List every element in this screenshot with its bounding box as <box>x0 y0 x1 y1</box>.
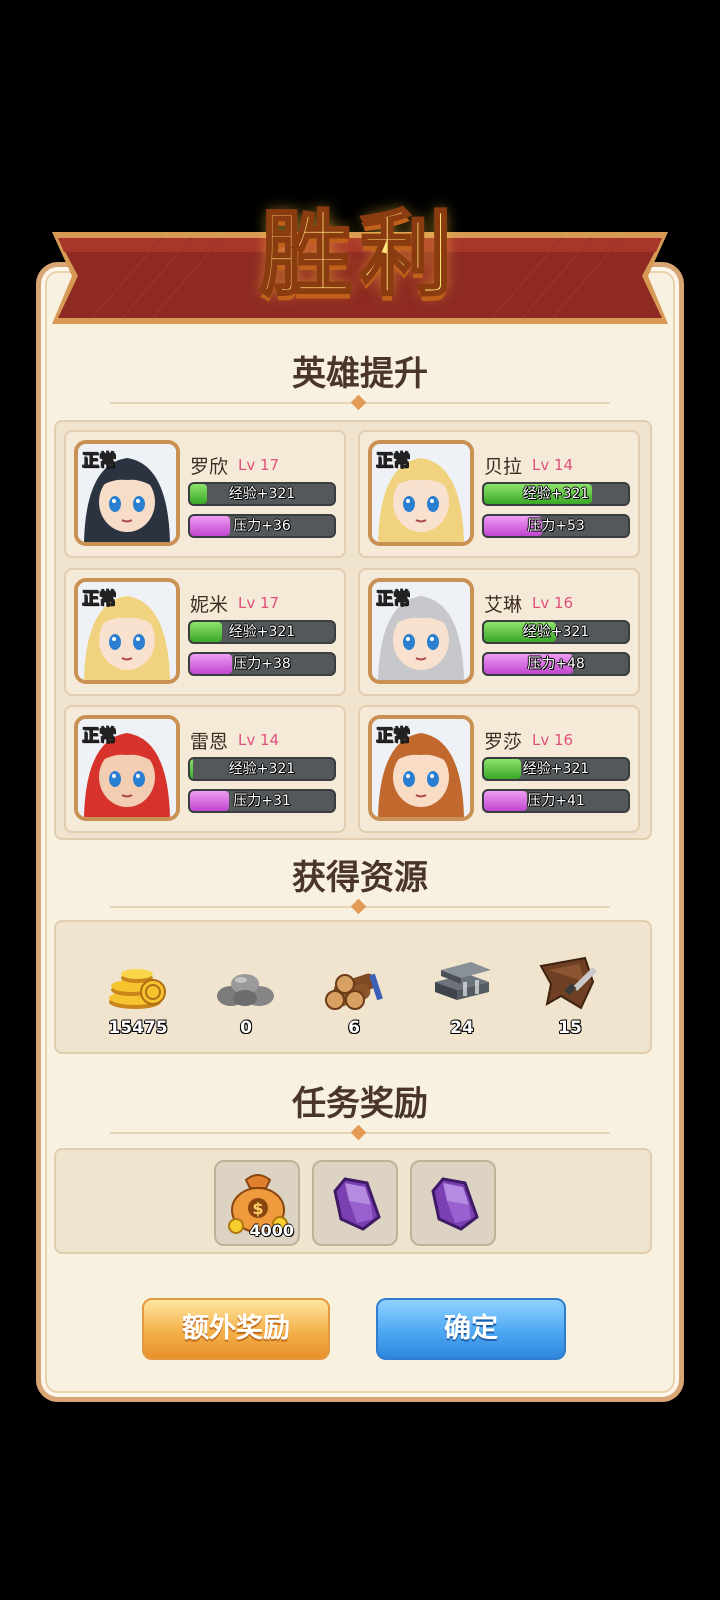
pressure-label: 压力+48 <box>527 656 585 672</box>
exp-bar: 经验+321 <box>482 620 630 644</box>
hero-name: 艾琳 <box>484 594 523 616</box>
hero-card[interactable]: 正常 艾琳 Lv 16 经验+321 压力+48 <box>358 568 640 696</box>
hero-card[interactable]: 正常 罗欣 Lv 17 经验+321 压力+36 <box>64 430 346 558</box>
hero-name: 雷恩 <box>190 731 229 753</box>
reward-slot-crystal[interactable] <box>410 1160 496 1246</box>
hero-card[interactable]: 正常 贝拉 Lv 14 经验+321 压力+53 <box>358 430 640 558</box>
exp-bar: 经验+321 <box>188 620 336 644</box>
pressure-bar: 压力+48 <box>482 652 630 676</box>
iron-bars-icon <box>435 962 491 1000</box>
pressure-bar: 压力+38 <box>188 652 336 676</box>
hero-level: Lv 16 <box>532 594 574 612</box>
resource-count: 15 <box>558 1018 582 1038</box>
exp-label: 经验+321 <box>522 486 590 502</box>
hero-portrait: 正常 <box>368 715 474 821</box>
hero-portrait: 正常 <box>74 440 180 546</box>
hero-level: Lv 14 <box>532 456 574 474</box>
resource-iron: 24 <box>422 952 502 1038</box>
hero-name: 罗欣 <box>190 456 229 478</box>
resource-count: 24 <box>450 1018 474 1038</box>
pressure-bar: 压力+41 <box>482 789 630 813</box>
hero-level: Lv 17 <box>238 594 280 612</box>
resource-wood: 6 <box>314 952 394 1038</box>
hero-status: 正常 <box>82 451 117 472</box>
pressure-label: 压力+41 <box>527 793 585 809</box>
section-title-resources: 获得资源 <box>292 858 428 898</box>
reward-list: $ 4000 <box>54 1148 652 1254</box>
hero-card[interactable]: 正常 雷恩 Lv 14 经验+321 压力+31 <box>64 705 346 833</box>
exp-label: 经验+321 <box>228 761 296 777</box>
hero-status: 正常 <box>82 589 117 610</box>
pressure-bar: 压力+53 <box>482 514 630 538</box>
pressure-bar: 压力+31 <box>188 789 336 813</box>
reward-quantity: 4000 <box>249 1221 294 1240</box>
pressure-label: 压力+36 <box>233 518 291 534</box>
leather-icon <box>539 956 598 1010</box>
exp-bar: 经验+321 <box>482 482 630 506</box>
resource-list: 15475 0 6 24 15 <box>54 920 652 1054</box>
pressure-label: 压力+53 <box>527 518 585 534</box>
resource-gold: 15475 <box>98 952 178 1038</box>
exp-bar: 经验+321 <box>188 482 336 506</box>
purple-crystal-icon <box>431 1177 479 1231</box>
gold-coins-icon <box>109 969 166 1009</box>
pressure-label: 压力+31 <box>233 793 291 809</box>
hero-name: 罗莎 <box>484 731 523 753</box>
resource-count: 0 <box>240 1018 252 1038</box>
hero-name: 妮米 <box>190 594 229 616</box>
hero-card[interactable]: 正常 罗莎 Lv 16 经验+321 压力+41 <box>358 705 640 833</box>
purple-crystal-icon <box>333 1177 381 1231</box>
victory-title: 胜利 <box>258 199 460 310</box>
hero-level: Lv 17 <box>238 456 280 474</box>
reward-slot-crystal[interactable] <box>312 1160 398 1246</box>
hero-status: 正常 <box>376 726 411 747</box>
exp-label: 经验+321 <box>228 624 296 640</box>
resource-count: 6 <box>348 1018 360 1038</box>
hero-status: 正常 <box>376 451 411 472</box>
section-title-quest-rewards: 任务奖励 <box>292 1084 428 1124</box>
exp-bar: 经验+321 <box>188 757 336 781</box>
exp-label: 经验+321 <box>522 624 590 640</box>
exp-label: 经验+321 <box>522 761 590 777</box>
confirm-button[interactable]: 确定 <box>376 1298 566 1360</box>
hero-status: 正常 <box>82 726 117 747</box>
hero-portrait: 正常 <box>368 578 474 684</box>
reward-slot-money[interactable]: $ 4000 <box>214 1160 300 1246</box>
pressure-bar: 压力+36 <box>188 514 336 538</box>
hero-card[interactable]: 正常 妮米 Lv 17 经验+321 压力+38 <box>64 568 346 696</box>
svg-text:$: $ <box>252 1199 263 1218</box>
resource-leather: 15 <box>530 952 610 1038</box>
exp-bar: 经验+321 <box>482 757 630 781</box>
exp-label: 经验+321 <box>228 486 296 502</box>
stone-icon <box>217 974 274 1006</box>
hero-level: Lv 16 <box>532 731 574 749</box>
hero-name: 贝拉 <box>484 456 523 478</box>
pressure-label: 压力+38 <box>233 656 291 672</box>
resource-count: 15475 <box>108 1018 168 1038</box>
resource-stone: 0 <box>206 952 286 1038</box>
hero-portrait: 正常 <box>74 715 180 821</box>
wood-logs-icon <box>325 973 383 1010</box>
hero-level: Lv 14 <box>238 731 280 749</box>
hero-portrait: 正常 <box>368 440 474 546</box>
section-title-hero-upgrade: 英雄提升 <box>292 354 428 394</box>
extra-reward-button[interactable]: 额外奖励 <box>142 1298 330 1360</box>
hero-status: 正常 <box>376 589 411 610</box>
hero-portrait: 正常 <box>74 578 180 684</box>
